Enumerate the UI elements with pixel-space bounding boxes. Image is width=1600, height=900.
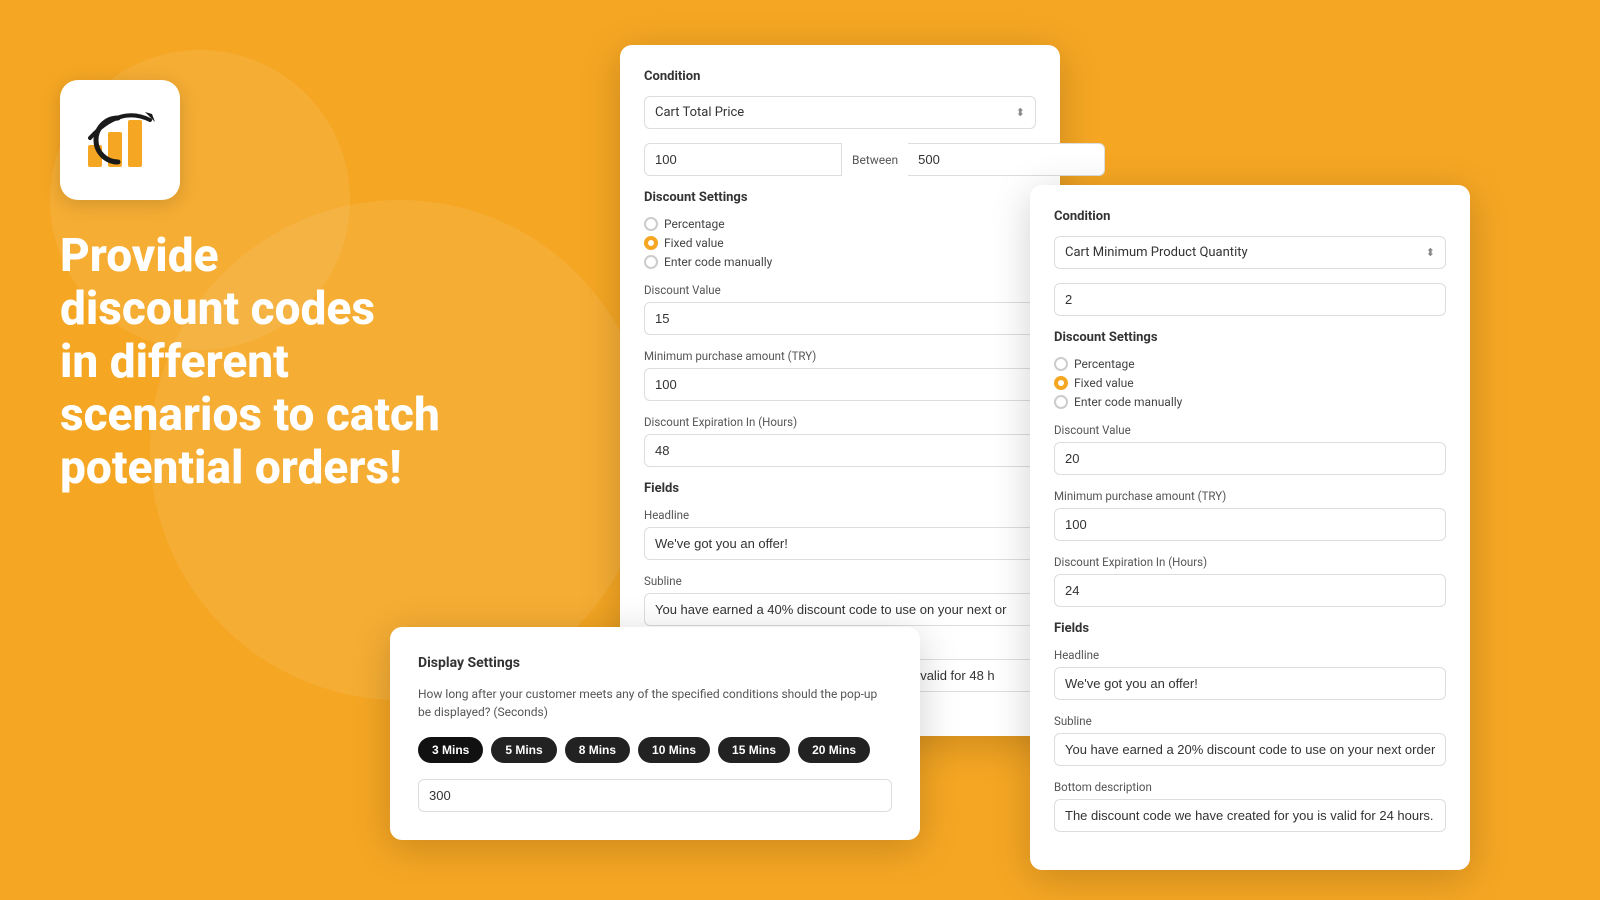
card-cart-min-qty: Condition Cart Minimum Product Quantity … [1030,185,1470,870]
headline-form-label-front: Headline [1054,648,1446,662]
radio-fixed-label-back: Fixed value [664,236,724,250]
radio-manual-circle-back [644,255,658,269]
radio-percentage-back[interactable]: Percentage [644,217,1036,231]
time-btn-15min[interactable]: 15 Mins [718,737,790,763]
condition-select-group-front: Cart Minimum Product Quantity ⬍ [1054,236,1446,269]
range-min-input-back[interactable] [644,143,842,176]
subline-form-label-back: Subline [644,574,1036,588]
discount-settings-label-front: Discount Settings [1054,330,1446,345]
min-purchase-label-back: Minimum purchase amount (TRY) [644,349,1036,363]
condition-label-back: Condition [644,69,1036,84]
headline-line1: Provide [60,229,219,283]
discount-value-input-back[interactable] [644,302,1036,335]
bottom-desc-group-front: Bottom description [1054,780,1446,832]
expiration-group-front: Discount Expiration In (Hours) [1054,555,1446,607]
fields-label-back: Fields [644,481,1036,496]
radio-fixed-circle-back [644,236,658,250]
expiration-group-back: Discount Expiration In (Hours) [644,415,1036,467]
headline-input-back[interactable] [644,527,1036,560]
dropdown-arrow-back: ⬍ [1016,106,1025,119]
radio-manual-label-back: Enter code manually [664,255,772,269]
radio-percentage-circle-front [1054,357,1068,371]
headline-line3: in different [60,335,289,389]
radio-manual-back[interactable]: Enter code manually [644,255,1036,269]
between-label-back: Between [842,153,908,167]
time-btn-10min[interactable]: 10 Mins [638,737,710,763]
subline-group-front: Subline [1054,714,1446,766]
radio-fixed-back[interactable]: Fixed value [644,236,1036,250]
discount-radio-group-back: Percentage Fixed value Enter code manual… [644,217,1036,269]
condition-select-value-front: Cart Minimum Product Quantity [1065,245,1248,260]
time-btn-20min[interactable]: 20 Mins [798,737,870,763]
radio-percentage-label-front: Percentage [1074,357,1135,371]
condition-dropdown-back[interactable]: Cart Total Price ⬍ [644,96,1036,129]
headline-line5: potential orders! [60,441,402,495]
condition-select-value-back: Cart Total Price [655,105,744,120]
radio-fixed-label-front: Fixed value [1074,376,1134,390]
bottom-desc-form-label-front: Bottom description [1054,780,1446,794]
discount-value-label-front: Discount Value [1054,423,1446,437]
radio-percentage-circle-back [644,217,658,231]
radio-fixed-circle-front [1054,376,1068,390]
subline-input-front[interactable] [1054,733,1446,766]
subline-group-back: Subline [644,574,1036,626]
min-purchase-group-front: Minimum purchase amount (TRY) [1054,489,1446,541]
display-settings-title: Display Settings [418,655,892,671]
range-group-back: Between [644,143,1036,176]
headline-group-back: Headline [644,508,1036,560]
expiration-input-back[interactable] [644,434,1036,467]
subline-input-back[interactable] [644,593,1036,626]
radio-manual-label-front: Enter code manually [1074,395,1182,409]
left-section: Provide discount codes in different scen… [60,80,440,494]
logo-box [60,80,180,200]
headline-line2: discount codes [60,282,375,336]
discount-settings-label-back: Discount Settings [644,190,1036,205]
condition-label-front: Condition [1054,209,1446,224]
discount-value-group-back: Discount Value [644,283,1036,335]
headline: Provide discount codes in different scen… [60,230,440,494]
display-settings-desc: How long after your customer meets any o… [418,685,892,721]
min-purchase-input-front[interactable] [1054,508,1446,541]
headline-form-label-back: Headline [644,508,1036,522]
time-btn-5min[interactable]: 5 Mins [491,737,556,763]
expiration-label-front: Discount Expiration In (Hours) [1054,555,1446,569]
min-purchase-group-back: Minimum purchase amount (TRY) [644,349,1036,401]
seconds-input[interactable] [418,779,892,812]
bottom-desc-input-front[interactable] [1054,799,1446,832]
discount-value-label-back: Discount Value [644,283,1036,297]
condition-select-group-back: Cart Total Price ⬍ [644,96,1036,129]
discount-value-input-front[interactable] [1054,442,1446,475]
min-purchase-input-back[interactable] [644,368,1036,401]
headline-group-front: Headline [1054,648,1446,700]
logo-icon [80,100,160,180]
discount-value-group-front: Discount Value [1054,423,1446,475]
radio-manual-circle-front [1054,395,1068,409]
condition-value-group-front [1054,283,1446,316]
radio-manual-front[interactable]: Enter code manually [1054,395,1446,409]
time-btn-3min[interactable]: 3 Mins [418,737,483,763]
dropdown-arrow-front: ⬍ [1426,246,1435,259]
radio-percentage-front[interactable]: Percentage [1054,357,1446,371]
range-row-back: Between [644,143,1036,176]
expiration-label-back: Discount Expiration In (Hours) [644,415,1036,429]
fields-label-front: Fields [1054,621,1446,636]
time-buttons-group: 3 Mins 5 Mins 8 Mins 10 Mins 15 Mins 20 … [418,737,892,763]
condition-dropdown-front[interactable]: Cart Minimum Product Quantity ⬍ [1054,236,1446,269]
headline-line4: scenarios to catch [60,388,440,442]
card-display-settings: Display Settings How long after your cus… [390,627,920,840]
subline-form-label-front: Subline [1054,714,1446,728]
discount-radio-group-front: Percentage Fixed value Enter code manual… [1054,357,1446,409]
condition-value-input-front[interactable] [1054,283,1446,316]
headline-input-front[interactable] [1054,667,1446,700]
time-btn-8min[interactable]: 8 Mins [565,737,630,763]
radio-fixed-front[interactable]: Fixed value [1054,376,1446,390]
radio-percentage-label-back: Percentage [664,217,725,231]
min-purchase-label-front: Minimum purchase amount (TRY) [1054,489,1446,503]
range-max-input-back[interactable] [908,143,1105,176]
expiration-input-front[interactable] [1054,574,1446,607]
